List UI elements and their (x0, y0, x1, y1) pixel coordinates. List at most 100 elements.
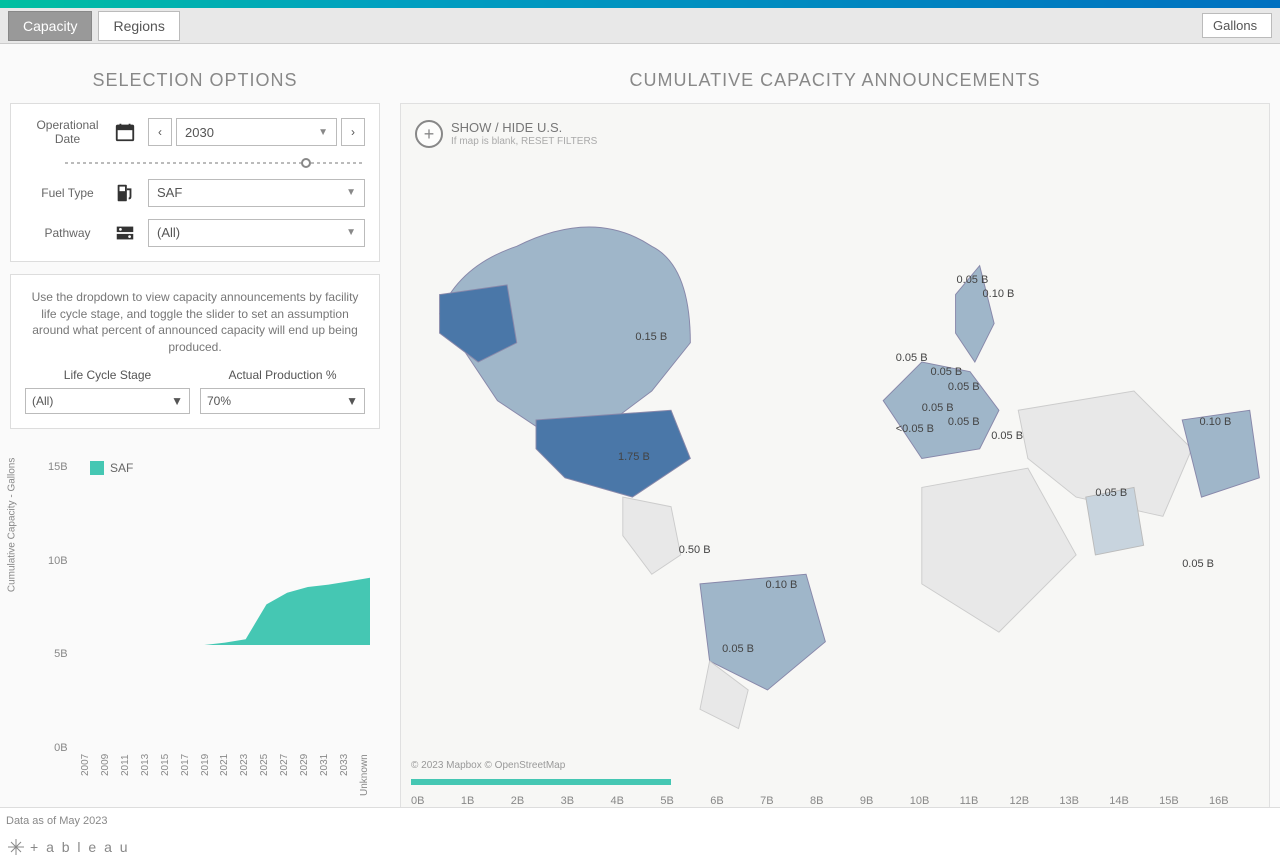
date-next-button[interactable]: › (341, 118, 365, 146)
x-tick: 2017 (180, 754, 191, 814)
controls-panel: Operational Date ‹ 2030 ▼ › Fuel (10, 103, 380, 262)
data-as-of: Data as of May 2023 (6, 815, 108, 827)
calendar-icon (110, 121, 140, 143)
scale-tick: 10B (910, 795, 960, 807)
map-label-brazil: 0.10 B (766, 579, 798, 591)
operational-date-label: Operational Date (25, 118, 110, 147)
operational-date-value: 2030 (185, 125, 214, 140)
map-label-china: 0.10 B (1200, 416, 1232, 428)
toggle-label: SHOW / HIDE U.S. (451, 120, 597, 136)
scale-tick: 4B (611, 795, 661, 807)
scale-tick: 9B (860, 795, 910, 807)
y-tick: 15B (48, 461, 68, 473)
pathway-icon (110, 222, 140, 244)
actual-production-dropdown[interactable]: 70% ▼ (200, 388, 365, 414)
life-cycle-dropdown[interactable]: (All) ▼ (25, 388, 190, 414)
scale-tick: 6B (710, 795, 760, 807)
map-label-united-states: 1.75 B (618, 451, 650, 463)
scale-tick: 16B (1209, 795, 1259, 807)
x-tick: Unknown (359, 754, 370, 814)
plus-icon[interactable]: + (415, 120, 443, 148)
world-map[interactable]: + SHOW / HIDE U.S. If map is blank, RESE… (400, 103, 1270, 814)
tableau-logo: + a b l e a u (8, 839, 130, 855)
fuel-pump-icon (110, 182, 140, 204)
map-svg (401, 104, 1269, 813)
y-axis-label: Cumulative Capacity - Gallons (7, 458, 18, 593)
toggle-sublabel: If map is blank, RESET FILTERS (451, 136, 597, 147)
actual-production-label: Actual Production % (200, 368, 365, 382)
unit-value: Gallons (1213, 18, 1257, 33)
x-tick: 2013 (140, 754, 151, 814)
tab-regions[interactable]: Regions (98, 11, 179, 41)
capacity-chart: SAF Cumulative Capacity - Gallons 15B10B… (10, 441, 380, 814)
tab-bar: Capacity Regions Gallons (0, 8, 1280, 44)
life-cycle-value: (All) (32, 394, 53, 408)
toggle-us-button[interactable]: + SHOW / HIDE U.S. If map is blank, RESE… (415, 120, 597, 148)
y-tick: 0B (48, 742, 68, 754)
map-label-spain: <0.05 B (896, 423, 934, 435)
map-title: CUMULATIVE CAPACITY ANNOUNCEMENTS (400, 70, 1270, 91)
actual-production-value: 70% (207, 394, 231, 408)
scale-tick: 3B (561, 795, 611, 807)
x-tick: 2027 (279, 754, 290, 814)
map-label-se-asia: 0.05 B (1182, 558, 1214, 570)
life-cycle-label: Life Cycle Stage (25, 368, 190, 382)
slider-thumb[interactable] (301, 158, 311, 168)
x-tick: 2019 (200, 754, 211, 814)
x-tick: 2025 (259, 754, 270, 814)
map-label-canada: 0.15 B (635, 331, 667, 343)
fuel-type-label: Fuel Type (25, 186, 110, 200)
operational-date-dropdown[interactable]: 2030 ▼ (176, 118, 337, 146)
scale-tick: 15B (1159, 795, 1209, 807)
map-attribution: © 2023 Mapbox © OpenStreetMap (411, 760, 565, 771)
x-tick: 2029 (299, 754, 310, 814)
assumptions-panel: Use the dropdown to view capacity announ… (10, 274, 380, 429)
fuel-type-dropdown[interactable]: SAF ▼ (148, 179, 365, 207)
scale-bar (411, 779, 671, 785)
map-label-norway: 0.05 B (957, 274, 989, 286)
scale-tick: 13B (1059, 795, 1109, 807)
chevron-down-icon: ▼ (346, 227, 356, 238)
scale-tick: 8B (810, 795, 860, 807)
logo-text: + a b l e a u (30, 839, 130, 855)
map-label-sweden: 0.10 B (983, 288, 1015, 300)
scale-tick: 12B (1010, 795, 1060, 807)
x-tick: 2011 (120, 754, 131, 814)
scale-tick: 5B (660, 795, 710, 807)
footer: Data as of May 2023 + a b l e a u (0, 807, 1280, 863)
date-slider[interactable] (65, 159, 365, 167)
tab-capacity[interactable]: Capacity (8, 11, 92, 41)
y-tick: 10B (48, 555, 68, 567)
map-label-india: 0.05 B (1095, 487, 1127, 499)
scale-tick: 7B (760, 795, 810, 807)
x-tick: 2015 (160, 754, 171, 814)
unit-selector[interactable]: Gallons (1202, 13, 1272, 38)
map-label-argentina: 0.05 B (722, 643, 754, 655)
map-label-costa-rica: 0.50 B (679, 544, 711, 556)
pathway-label: Pathway (25, 226, 110, 240)
y-tick: 5B (48, 648, 68, 660)
x-tick: 2033 (339, 754, 350, 814)
x-tick: 2009 (100, 754, 111, 814)
map-label-turkey: 0.05 B (991, 430, 1023, 442)
chevron-down-icon: ▼ (346, 394, 358, 408)
scale-tick: 14B (1109, 795, 1159, 807)
scale-tick: 2B (511, 795, 561, 807)
x-tick: 2021 (219, 754, 230, 814)
help-text: Use the dropdown to view capacity announ… (25, 289, 365, 356)
selection-options-title: SELECTION OPTIONS (10, 70, 380, 91)
scale-tick: 1B (461, 795, 511, 807)
x-tick: 2023 (239, 754, 250, 814)
map-label-uk: 0.05 B (896, 352, 928, 364)
pathway-dropdown[interactable]: (All) ▼ (148, 219, 365, 247)
chevron-down-icon: ▼ (171, 394, 183, 408)
fuel-type-value: SAF (157, 185, 182, 200)
date-prev-button[interactable]: ‹ (148, 118, 172, 146)
map-label-netherlands: 0.05 B (930, 366, 962, 378)
map-label-germany: 0.05 B (948, 381, 980, 393)
chevron-down-icon: ▼ (318, 127, 328, 138)
scale-tick: 11B (960, 795, 1010, 807)
x-tick: 2031 (319, 754, 330, 814)
map-label-italy: 0.05 B (948, 416, 980, 428)
map-label-france: 0.05 B (922, 402, 954, 414)
